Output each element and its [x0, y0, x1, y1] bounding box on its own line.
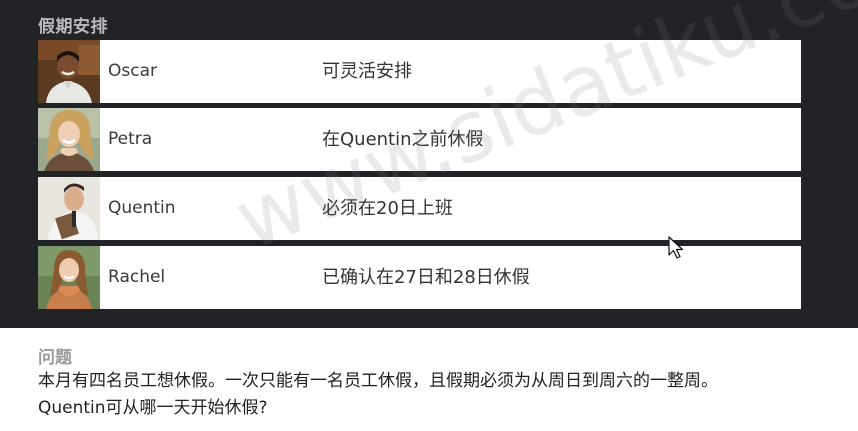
- person-photo-icon: [38, 108, 100, 171]
- mouse-pointer-icon: [668, 236, 684, 259]
- person-row-quentin: Quentin 必须在20日上班: [38, 177, 801, 240]
- person-name: Quentin: [108, 198, 176, 218]
- question-title: 问题: [38, 348, 72, 368]
- person-row-rachel: Rachel 已确认在27日和28日休假: [38, 246, 801, 309]
- person-name: Oscar: [108, 61, 157, 81]
- page: 假期安排 Oscar 可灵活安排 Petra 在Quentin之前休假 Quen…: [0, 0, 858, 431]
- question-line-1: 本月有四名员工想休假。一次只能有一名员工休假，且假期必须为从周日到周六的一整周。: [38, 371, 718, 391]
- avatar-quentin: [38, 177, 100, 240]
- avatar-oscar: [38, 40, 100, 103]
- person-note: 可灵活安排: [322, 61, 412, 82]
- person-note: 已确认在27日和28日休假: [322, 267, 530, 288]
- person-name: Rachel: [108, 267, 166, 287]
- avatar-petra: [38, 108, 100, 171]
- person-name: Petra: [108, 129, 153, 149]
- avatar-rachel: [38, 246, 100, 309]
- schedule-panel: 假期安排 Oscar 可灵活安排 Petra 在Quentin之前休假 Quen…: [0, 0, 858, 328]
- question-line-2: Quentin可从哪一天开始休假?: [38, 398, 268, 418]
- section-title: 假期安排: [38, 17, 108, 37]
- person-photo-icon: [38, 246, 100, 309]
- person-row-oscar: Oscar 可灵活安排: [38, 40, 801, 103]
- person-note: 必须在20日上班: [322, 198, 453, 219]
- person-photo-icon: [38, 40, 100, 103]
- person-note: 在Quentin之前休假: [322, 129, 484, 150]
- question-panel: 问题 本月有四名员工想休假。一次只能有一名员工休假，且假期必须为从周日到周六的一…: [0, 328, 858, 431]
- question-text: 本月有四名员工想休假。一次只能有一名员工休假，且假期必须为从周日到周六的一整周。…: [38, 368, 838, 422]
- person-photo-icon: [38, 177, 100, 240]
- person-row-petra: Petra 在Quentin之前休假: [38, 108, 801, 171]
